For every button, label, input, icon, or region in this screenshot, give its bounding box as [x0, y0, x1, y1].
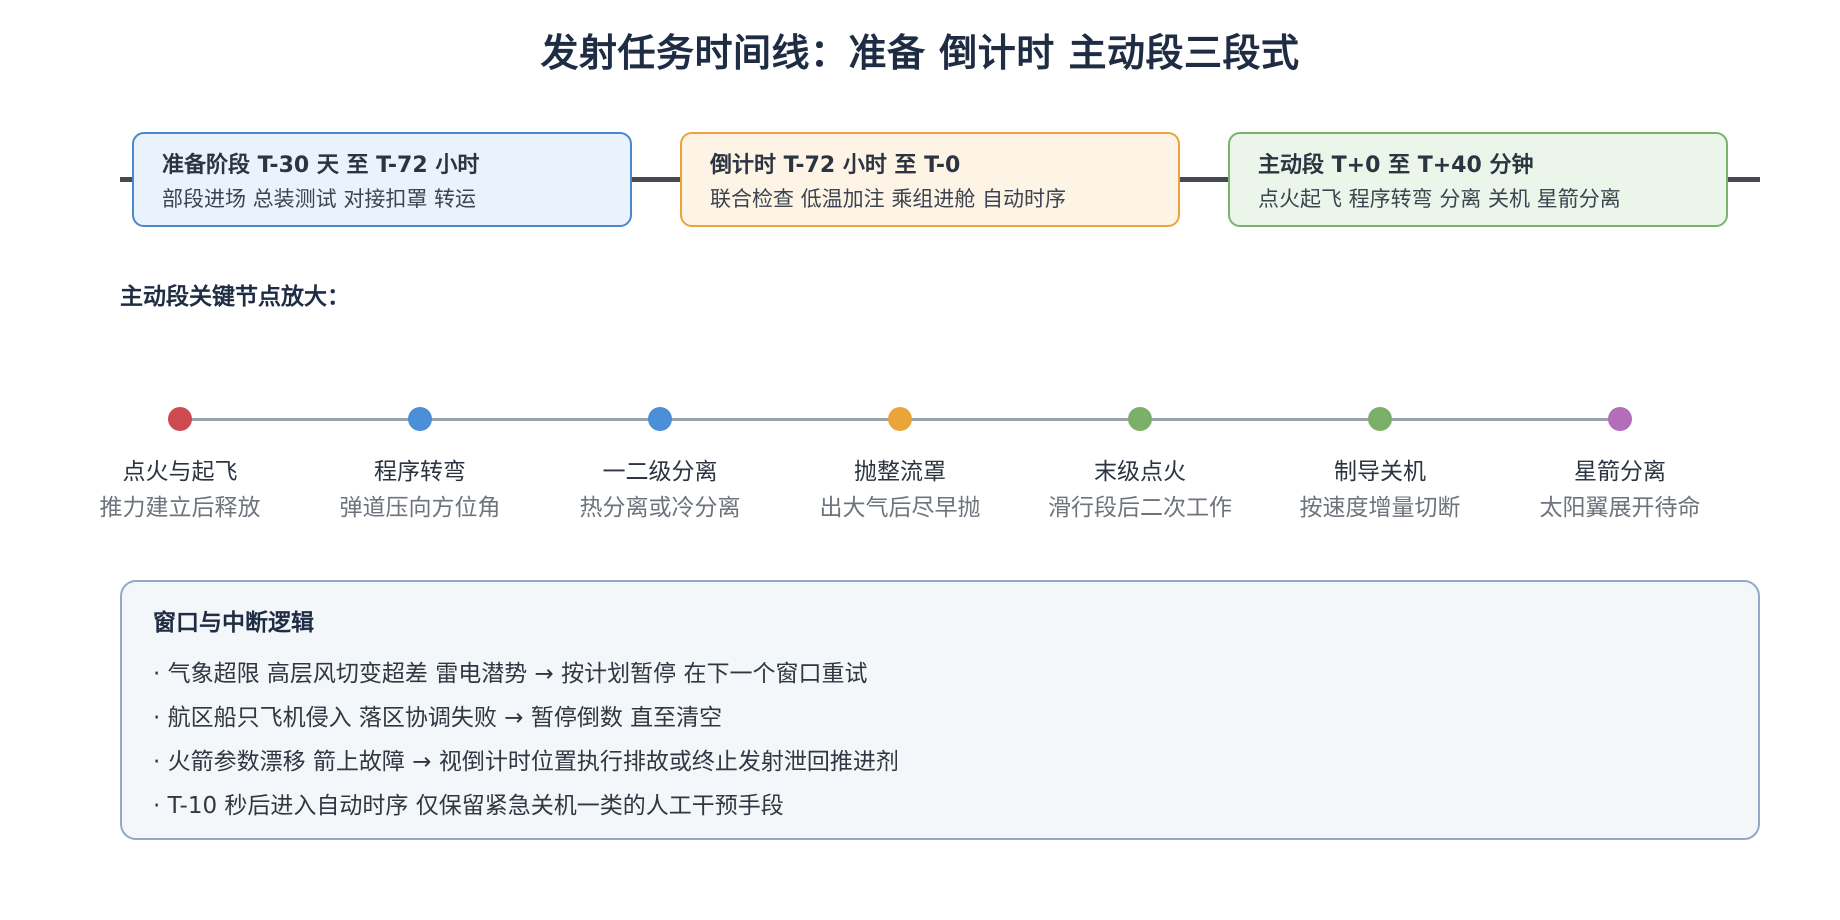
node-desc: 按速度增量切断 — [1299, 495, 1461, 521]
node-dot — [1368, 407, 1392, 431]
node-desc: 滑行段后二次工作 — [1048, 495, 1232, 521]
node-label: 点火与起飞 — [122, 459, 238, 485]
phase-desc: 联合检查 低温加注 乘组进舱 自动时序 — [710, 187, 1067, 211]
logic-item: · 航区船只飞机侵入 落区协调失败 → 暂停倒数 直至清空 — [153, 705, 723, 731]
logic-item: · T-10 秒后进入自动时序 仅保留紧急关机一类的人工干预手段 — [153, 793, 784, 819]
node-label: 末级点火 — [1094, 459, 1186, 485]
node-desc: 推力建立后释放 — [99, 495, 261, 521]
node-label: 制导关机 — [1334, 459, 1426, 485]
node-dot — [1128, 407, 1152, 431]
node-label: 抛整流罩 — [854, 459, 946, 485]
node-dot — [888, 407, 912, 431]
node-dot — [1608, 407, 1632, 431]
phase-card-countdown: 倒计时 T-72 小时 至 T-0 联合检查 低温加注 乘组进舱 自动时序 — [680, 132, 1180, 227]
page-title: 发射任务时间线：准备 倒计时 主动段三段式 — [540, 31, 1300, 75]
node-desc: 弹道压向方位角 — [339, 495, 501, 521]
node-label: 程序转弯 — [374, 459, 466, 485]
logic-item: · 火箭参数漂移 箭上故障 → 视倒计时位置执行排故或终止发射泄回推进剂 — [153, 749, 899, 775]
phase-title: 倒计时 T-72 小时 至 T-0 — [710, 153, 961, 178]
node-dot — [168, 407, 192, 431]
phase-desc: 点火起飞 程序转弯 分离 关机 星箭分离 — [1258, 187, 1621, 211]
logic-item: · 气象超限 高层风切变超差 雷电潜势 → 按计划暂停 在下一个窗口重试 — [153, 661, 868, 687]
node-dot — [408, 407, 432, 431]
node-desc: 出大气后尽早抛 — [819, 495, 981, 521]
phase-card-preparation: 准备阶段 T-30 天 至 T-72 小时 部段进场 总装测试 对接扣罩 转运 — [132, 132, 632, 227]
node-desc: 太阳翼展开待命 — [1539, 495, 1701, 521]
phase-desc: 部段进场 总装测试 对接扣罩 转运 — [162, 187, 477, 211]
phase-title: 准备阶段 T-30 天 至 T-72 小时 — [162, 153, 480, 178]
node-dot — [648, 407, 672, 431]
node-label: 星箭分离 — [1574, 459, 1666, 485]
phase-card-ascent: 主动段 T+0 至 T+40 分钟 点火起飞 程序转弯 分离 关机 星箭分离 — [1228, 132, 1728, 227]
ascent-section-heading: 主动段关键节点放大： — [120, 284, 350, 310]
phase-title: 主动段 T+0 至 T+40 分钟 — [1258, 153, 1534, 178]
node-desc: 热分离或冷分离 — [579, 495, 741, 521]
logic-title: 窗口与中断逻辑 — [153, 610, 314, 636]
abort-logic-panel: 窗口与中断逻辑 · 气象超限 高层风切变超差 雷电潜势 → 按计划暂停 在下一个… — [120, 580, 1760, 840]
node-label: 一二级分离 — [602, 459, 718, 485]
